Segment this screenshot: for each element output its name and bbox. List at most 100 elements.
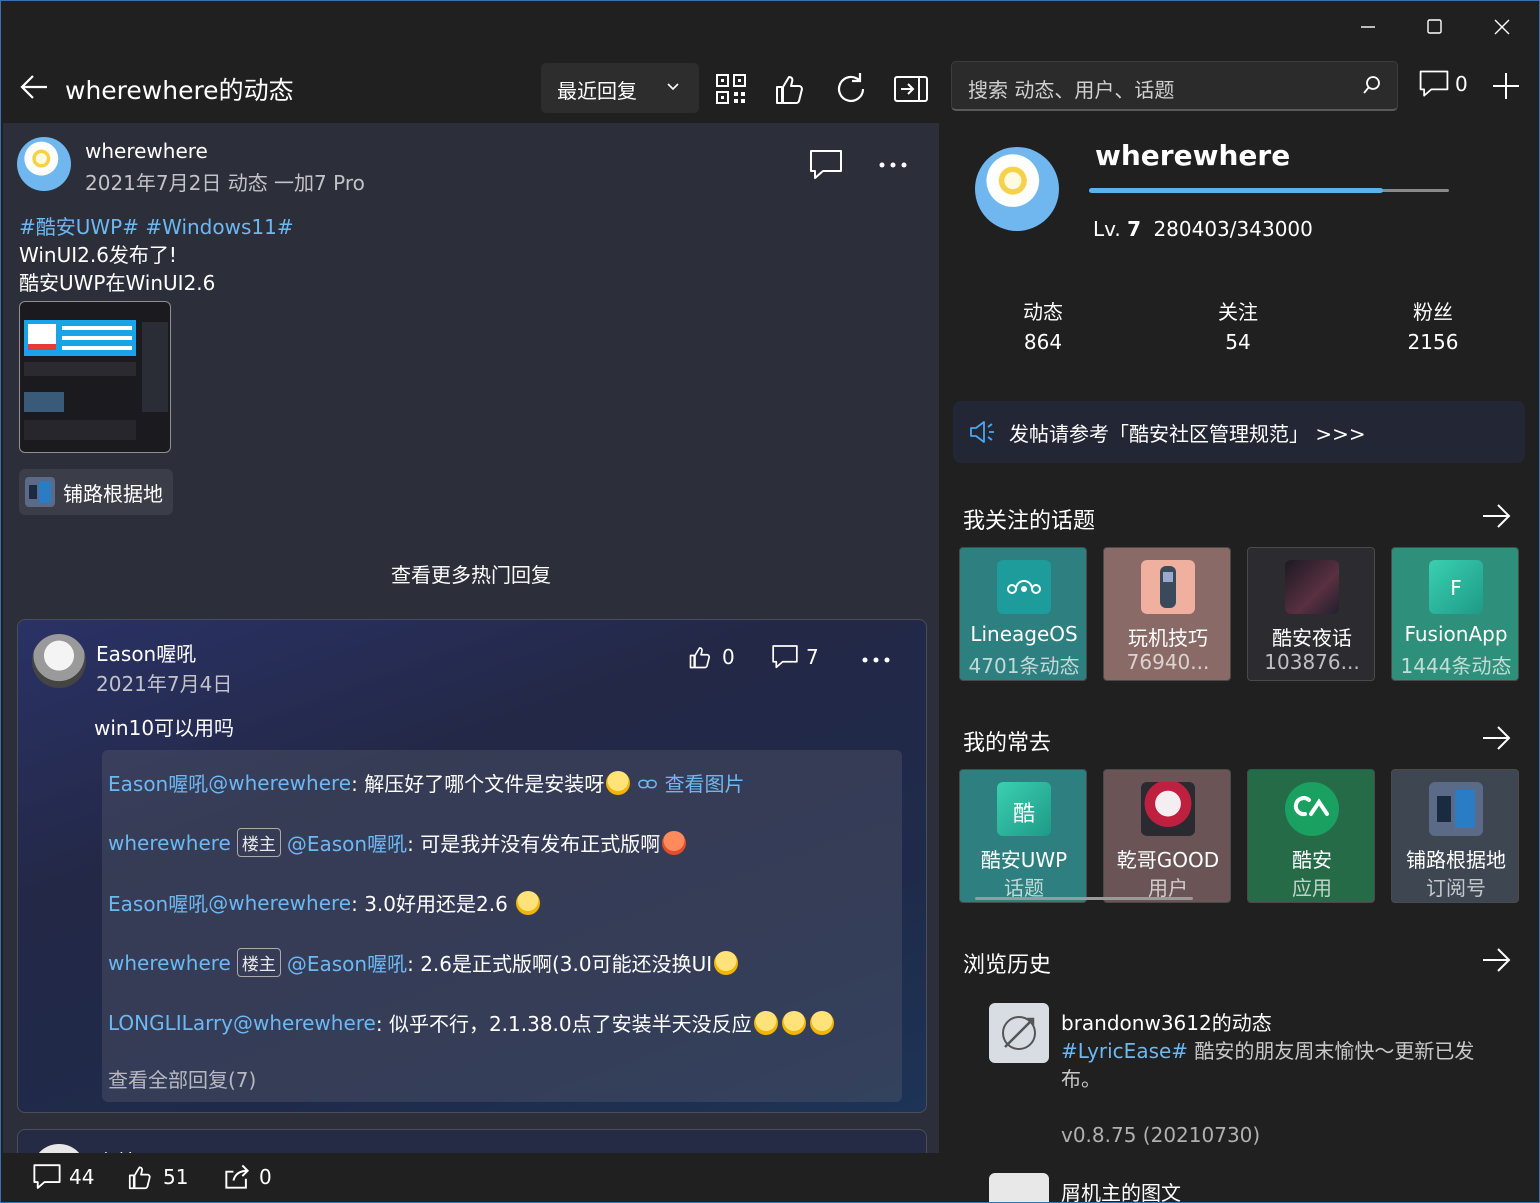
- post-image-thumbnail[interactable]: [19, 301, 171, 453]
- maximize-button[interactable]: [1411, 9, 1457, 45]
- sub-reply-user[interactable]: wherewhere: [108, 951, 231, 975]
- stat-value: 2156: [1407, 330, 1459, 354]
- like-count: 51: [163, 1165, 189, 1189]
- minimize-icon: [1361, 26, 1375, 28]
- topic-tile-tips[interactable]: 玩机技巧 76940...: [1103, 547, 1231, 681]
- minimize-button[interactable]: [1345, 9, 1391, 45]
- tile-subtitle: 4701条动态: [968, 654, 1080, 678]
- sub-reply-text: : 2.6是正式版啊(3.0可能还没换UI: [407, 952, 713, 976]
- sub-reply[interactable]: wherewhere 楼主 @Eason喔吼 : 2.6是正式版啊(3.0可能还…: [108, 948, 740, 977]
- open-pane-button[interactable]: [891, 69, 931, 109]
- back-button[interactable]: [17, 69, 53, 105]
- sub-reply[interactable]: wherewhere 楼主 @Eason喔吼 : 可是我并没有发布正式版啊: [108, 828, 688, 857]
- history-item-avatar[interactable]: [989, 1003, 1049, 1063]
- reply-like-count: 0: [722, 645, 735, 669]
- close-button[interactable]: [1479, 9, 1525, 45]
- sub-reply[interactable]: Eason喔吼 @wherewhere : 3.0好用还是2.6: [108, 888, 542, 917]
- subscription-icon: [1429, 782, 1483, 836]
- sub-reply[interactable]: LONGLILarry @wherewhere : 似乎不行，2.1.38.0点…: [108, 1008, 836, 1037]
- history-item-avatar[interactable]: [989, 1173, 1049, 1202]
- sub-reply-mention[interactable]: @wherewhere: [208, 771, 351, 795]
- history-item-title[interactable]: brandonw3612的动态: [1061, 1007, 1272, 1036]
- reply-button[interactable]: [807, 147, 845, 183]
- frequent-tile-user[interactable]: 乾哥GOOD 用户: [1103, 769, 1231, 903]
- comment-count-button[interactable]: 44: [31, 1161, 94, 1193]
- qr-code-button[interactable]: [711, 69, 751, 109]
- topic-tile-lineageos[interactable]: LineageOS 4701条动态: [959, 547, 1087, 681]
- stat-label: 关注: [1218, 300, 1258, 324]
- view-image-label: 查看图片: [664, 772, 745, 796]
- reply-more-button[interactable]: [858, 646, 894, 674]
- arrow-right-icon[interactable]: [1479, 499, 1513, 533]
- reply-comment-count: 7: [806, 645, 819, 669]
- search-icon[interactable]: [1361, 74, 1383, 96]
- frequent-tile-coolapk-app[interactable]: 酷安 应用: [1247, 769, 1375, 903]
- thumbs-up-icon: [776, 76, 803, 104]
- comment-icon: [33, 1164, 61, 1189]
- share-button[interactable]: 0: [221, 1161, 272, 1193]
- more-hot-replies-link[interactable]: 查看更多热门回复: [3, 559, 939, 588]
- reply-like-button[interactable]: 0: [686, 642, 735, 672]
- view-image-link[interactable]: 查看图片: [638, 768, 745, 797]
- app-window: wherewhere的动态 最近回复 wherewhere 2021年7月2日 …: [0, 0, 1540, 1203]
- sub-reply-mention[interactable]: @Eason喔吼: [287, 948, 407, 977]
- close-icon: [1494, 19, 1510, 35]
- history-item-version: v0.8.75 (20210730): [1061, 1123, 1261, 1147]
- horizontal-scrollbar[interactable]: [975, 897, 1193, 900]
- sub-replies: Eason喔吼 @wherewhere : 解压好了哪个文件是安装呀 查看图片 …: [102, 750, 902, 1102]
- post-tags[interactable]: #酷安UWP# #Windows11#: [19, 211, 294, 240]
- more-button[interactable]: [875, 151, 911, 179]
- sub-reply-mention[interactable]: @Eason喔吼: [287, 828, 407, 857]
- post-action-bar: 44 51 0: [3, 1153, 939, 1202]
- arrow-right-icon[interactable]: [1479, 943, 1513, 977]
- emoji-icon: [714, 950, 739, 975]
- refresh-button[interactable]: [831, 69, 871, 109]
- sort-dropdown[interactable]: 最近回复: [541, 63, 699, 113]
- sub-reply-text: : 解压好了哪个文件是安装呀: [351, 772, 605, 796]
- history-item-tag[interactable]: #LyricEase#: [1061, 1039, 1188, 1063]
- profile-avatar[interactable]: [975, 147, 1059, 231]
- stat-followers[interactable]: 粉丝 2156: [1373, 297, 1493, 357]
- plus-icon: [1493, 73, 1519, 99]
- coolapk-logo-icon: [1285, 782, 1339, 836]
- lineageos-icon: [997, 560, 1051, 614]
- sub-reply-mention[interactable]: @wherewhere: [208, 891, 351, 915]
- like-count-button[interactable]: 51: [125, 1161, 188, 1193]
- topic-chip-label: 铺路根据地: [63, 481, 163, 506]
- sort-dropdown-label: 最近回复: [557, 79, 637, 103]
- reply-author-avatar[interactable]: [32, 634, 86, 688]
- new-post-button[interactable]: [1489, 69, 1523, 103]
- sub-reply-user[interactable]: Eason喔吼: [108, 768, 208, 797]
- like-button[interactable]: [771, 69, 811, 109]
- sub-reply-user[interactable]: LONGLILarry: [108, 1011, 233, 1035]
- sub-reply-user[interactable]: wherewhere: [108, 831, 231, 855]
- stat-posts[interactable]: 动态 864: [983, 297, 1103, 357]
- sub-reply-user[interactable]: Eason喔吼: [108, 888, 208, 917]
- topic-tile-night-talk[interactable]: 酷安夜话 103876...: [1247, 547, 1375, 681]
- frequent-tile-subscription[interactable]: 铺路根据地 订阅号: [1391, 769, 1519, 903]
- frequent-tile-coolapk-uwp[interactable]: 酷 酷安UWP 话题: [959, 769, 1087, 903]
- panel-enter-icon: [894, 76, 928, 102]
- post-detail: wherewhere 2021年7月2日 动态 一加7 Pro #酷安UWP# …: [3, 123, 939, 1198]
- history-item-title[interactable]: 屑机主的图文: [1061, 1177, 1181, 1202]
- author-avatar[interactable]: [17, 137, 71, 191]
- tile-title: FusionApp: [1404, 622, 1508, 646]
- link-icon: [638, 779, 658, 789]
- reply-author[interactable]: Eason喔吼: [96, 638, 196, 667]
- profile-name[interactable]: wherewhere: [1095, 139, 1290, 172]
- topic-tile-fusionapp[interactable]: F FusionApp 1444条动态: [1391, 547, 1519, 681]
- level-info: Lv. 7 280403/343000: [1093, 217, 1313, 241]
- share-count: 0: [259, 1165, 272, 1189]
- post-author[interactable]: wherewhere: [85, 139, 208, 163]
- notice-banner[interactable]: 发帖请参考「酷安社区管理规范」 >>>: [953, 401, 1525, 463]
- sub-reply[interactable]: Eason喔吼 @wherewhere : 解压好了哪个文件是安装呀 查看图片: [108, 768, 745, 797]
- messages-button[interactable]: 0: [1417, 67, 1468, 101]
- topic-chip[interactable]: 铺路根据地: [19, 469, 173, 515]
- sub-reply-mention[interactable]: @wherewhere: [233, 1011, 376, 1035]
- stat-following[interactable]: 关注 54: [1178, 297, 1298, 357]
- detail-header: wherewhere的动态 最近回复: [3, 3, 939, 123]
- search-input[interactable]: 搜索 动态、用户、话题: [951, 61, 1398, 111]
- arrow-right-icon[interactable]: [1479, 721, 1513, 755]
- view-all-replies-link[interactable]: 查看全部回复(7): [108, 1064, 256, 1093]
- reply-comment-button[interactable]: 7: [770, 642, 819, 672]
